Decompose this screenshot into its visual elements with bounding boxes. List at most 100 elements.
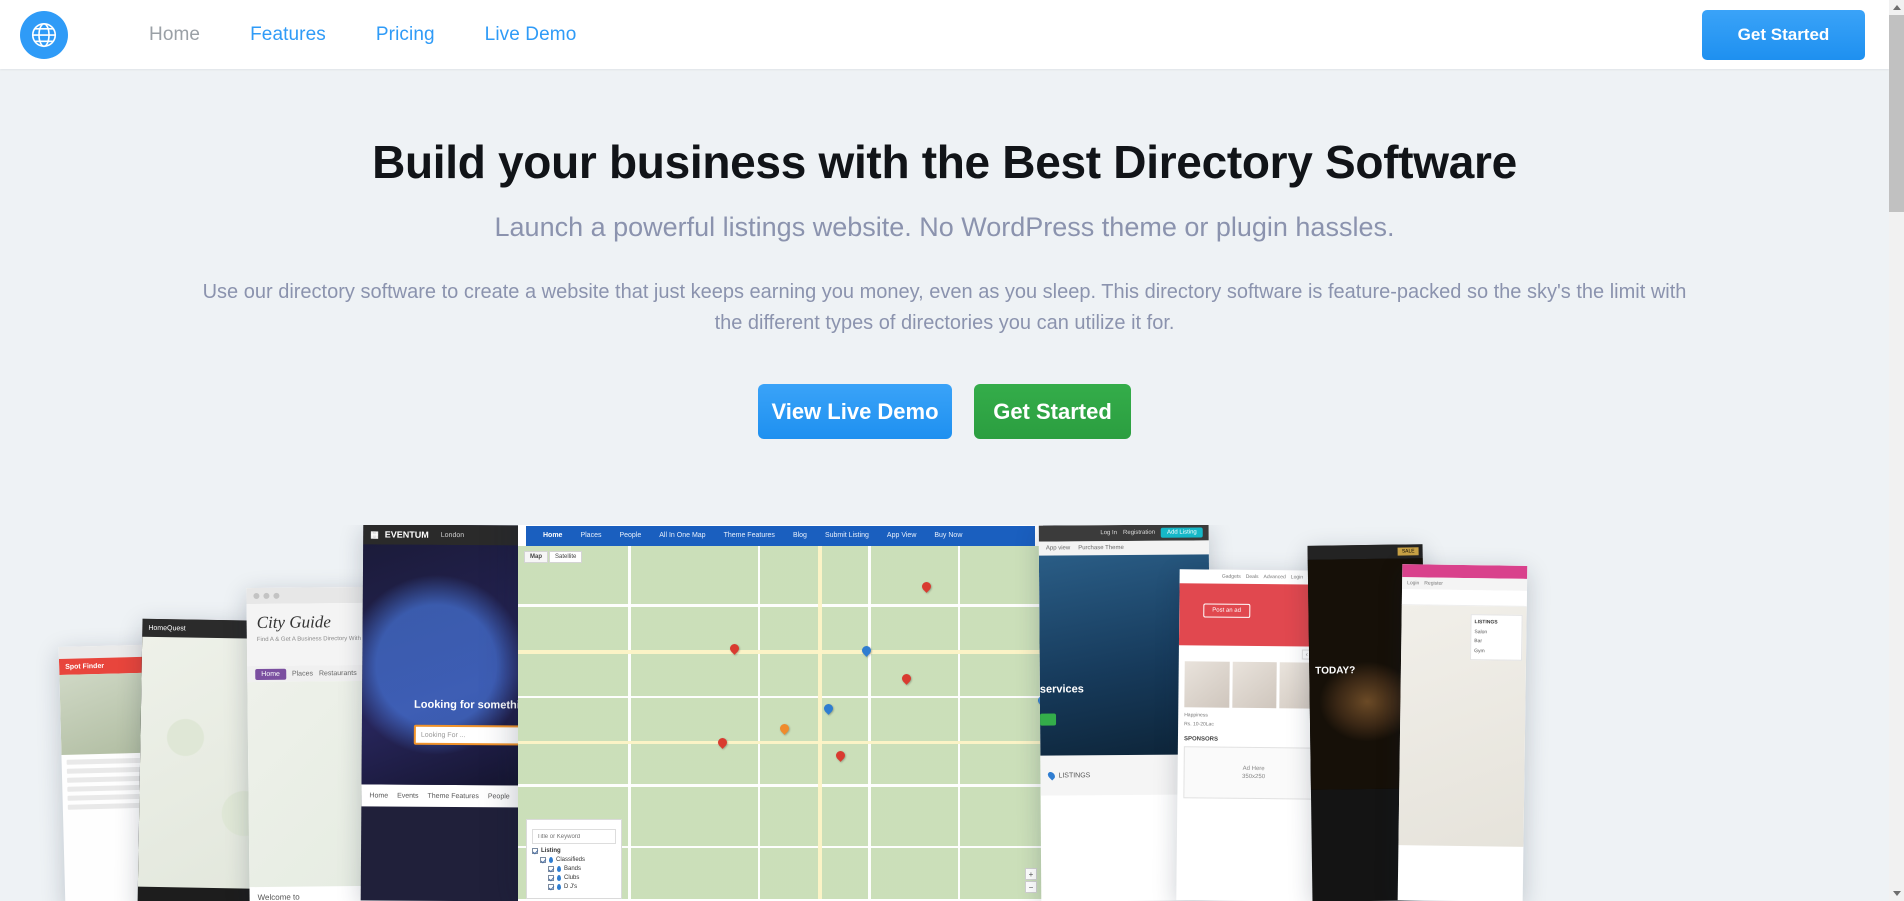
mockup-headline: TODAY?: [1315, 665, 1356, 677]
mockup-nav-item-places[interactable]: Places: [292, 670, 313, 677]
mockup-thumbnail[interactable]: [1231, 661, 1278, 709]
filter-row-bands[interactable]: Bands: [532, 866, 616, 872]
mockup-nav-item-home[interactable]: Home: [255, 668, 286, 680]
mockup-nav-buy-now[interactable]: Buy Now: [925, 526, 971, 546]
filter-row-listing[interactable]: Listing: [532, 848, 616, 854]
primary-nav: Home Features Pricing Live Demo: [124, 24, 601, 46]
map-marker[interactable]: [728, 642, 741, 656]
scroll-up-button[interactable]: [1889, 0, 1904, 15]
grid-icon: ▦: [370, 528, 379, 539]
mockup-register-link[interactable]: Registration: [1123, 530, 1155, 536]
mockup-search-field[interactable]: Looking For ...: [413, 724, 534, 746]
map-marker[interactable]: [900, 672, 913, 686]
scroll-down-button[interactable]: [1889, 886, 1904, 901]
mockup-link-gadgets[interactable]: Gadgets: [1222, 574, 1241, 580]
nav-link-home[interactable]: Home: [124, 24, 225, 46]
mockup-nav-item-home[interactable]: Home: [369, 792, 388, 799]
mockup-nav-item-restaurants[interactable]: Restaurants: [319, 669, 357, 676]
map-type-map[interactable]: Map: [524, 551, 548, 563]
hero-body-text: Use our directory software to create a w…: [202, 281, 1687, 335]
filter-row-djs[interactable]: D J's: [532, 884, 616, 890]
mockup-nav-blog[interactable]: Blog: [784, 526, 816, 546]
mockup-headline: services: [1039, 683, 1084, 696]
map-marker[interactable]: [778, 722, 791, 736]
mockup-nav-all-in-one-map[interactable]: All In One Map: [650, 526, 714, 546]
mockup-nav-theme-features[interactable]: Theme Features: [715, 526, 784, 546]
zoom-out-button[interactable]: −: [1025, 881, 1037, 893]
mockup-link-login[interactable]: Login: [1291, 574, 1303, 580]
mockup-map-canvas[interactable]: Map Satellite Listing Cl: [518, 546, 1043, 899]
mockup-thumbnail[interactable]: [1184, 661, 1230, 708]
zoom-in-button[interactable]: +: [1025, 868, 1037, 880]
map-marker[interactable]: [834, 749, 847, 763]
mockup-listing-item-bar[interactable]: Bar: [1474, 638, 1482, 644]
nav-link-features[interactable]: Features: [225, 24, 351, 46]
mockup-subnav-purchase-theme[interactable]: Purchase Theme: [1078, 545, 1124, 551]
mockup-main-nav: Home Places People All In One Map Theme …: [526, 526, 1035, 546]
filter-row-clubs[interactable]: Clubs: [532, 875, 616, 881]
mockup-search-bar[interactable]: [1401, 589, 1527, 607]
mockup-thumbnail-row: [1178, 661, 1330, 709]
map-marker[interactable]: [860, 644, 873, 658]
mockup-login-link[interactable]: Log In: [1100, 530, 1117, 536]
nav-link-live-demo[interactable]: Live Demo: [460, 24, 602, 46]
hero-get-started-button[interactable]: Get Started: [974, 384, 1131, 440]
mockup-caption-line-1: Happiness: [1184, 712, 1208, 719]
mockup-nav-home[interactable]: Home: [534, 526, 571, 546]
mockup-utility-bar: Log In Registration Add Listing: [1038, 525, 1209, 542]
screenshot-fan: Spot Finder HomeQuest City Guide Find A …: [0, 525, 1889, 901]
map-filter-input[interactable]: [532, 829, 616, 844]
hero-section: Build your business with the Best Direct…: [0, 69, 1889, 440]
mockup-listings-title: LISTINGS: [1058, 771, 1091, 779]
filter-row-classifieds[interactable]: Classifieds: [532, 857, 616, 863]
vertical-scrollbar[interactable]: [1889, 0, 1904, 901]
nav-link-pricing[interactable]: Pricing: [351, 24, 460, 46]
filter-checkbox[interactable]: [532, 848, 538, 854]
scroll-up-arrow-icon: [1892, 5, 1901, 10]
map-type-satellite[interactable]: Satellite: [549, 551, 583, 563]
mockup-subnav-app-view[interactable]: App view: [1046, 545, 1070, 551]
mockup-ad-line-2: 350x250: [1242, 773, 1266, 781]
map-zoom-controls: + −: [1025, 868, 1037, 893]
mockup-add-listing-button[interactable]: Add Listing: [1161, 527, 1203, 538]
map-marker[interactable]: [716, 736, 729, 750]
filter-label: Classifieds: [556, 857, 586, 863]
map-marker[interactable]: [822, 702, 835, 716]
mockup-listing-title: LISTINGS: [1474, 619, 1498, 626]
map-marker[interactable]: [920, 580, 933, 594]
mockup-nav-people[interactable]: People: [610, 526, 650, 546]
mockup-listing-item-gym[interactable]: Gym: [1474, 648, 1485, 654]
mockup-nav-submit-listing[interactable]: Submit Listing: [816, 526, 878, 546]
view-live-demo-button[interactable]: View Live Demo: [758, 384, 952, 440]
mockup-link-deals[interactable]: Deals: [1246, 574, 1259, 580]
mockup-sub-nav: App view Purchase Theme: [1038, 540, 1209, 556]
brand-logo[interactable]: [20, 10, 68, 59]
scrollbar-thumb[interactable]: [1889, 15, 1904, 212]
map-filter-panel: Listing Classifieds Bands Clubs: [526, 818, 622, 899]
filter-checkbox[interactable]: [548, 884, 554, 890]
mockup-location[interactable]: London: [441, 531, 464, 538]
mockup-nav-item-events[interactable]: Events: [397, 792, 418, 799]
filter-label: D J's: [564, 884, 578, 890]
filter-label: Clubs: [564, 875, 580, 881]
navbar-get-started-button[interactable]: Get Started: [1702, 9, 1865, 60]
mockup-nav-places[interactable]: Places: [571, 526, 610, 546]
mockup-cta-button[interactable]: [1040, 713, 1056, 726]
mockup-sale-tag[interactable]: SALE: [1397, 547, 1419, 556]
filter-checkbox[interactable]: [548, 875, 554, 881]
map-pin-icon: [557, 875, 561, 881]
mockup-nav-item-people[interactable]: People: [488, 793, 510, 800]
filter-checkbox[interactable]: [540, 857, 546, 863]
globe-icon: [29, 20, 59, 50]
mockup-nav-app-view[interactable]: App View: [878, 526, 925, 546]
mockup-nav-item-theme-features[interactable]: Theme Features: [427, 792, 478, 799]
mockup-link-advanced[interactable]: Advanced: [1264, 574, 1286, 580]
mockup-listing-item-salon[interactable]: Salon: [1474, 629, 1487, 635]
mockup-post-ad-button[interactable]: Post an ad: [1203, 603, 1251, 618]
map-pin-icon: [1046, 770, 1057, 781]
mockup-link-login[interactable]: Login: [1407, 580, 1419, 586]
filter-checkbox[interactable]: [548, 866, 554, 872]
mockup-link-register[interactable]: Register: [1424, 580, 1443, 586]
mockup-card-right-4: Login Register LISTINGS Salon Bar Gym: [1397, 564, 1528, 901]
mockup-ad-placeholder[interactable]: Ad Here 350x250: [1183, 746, 1324, 800]
